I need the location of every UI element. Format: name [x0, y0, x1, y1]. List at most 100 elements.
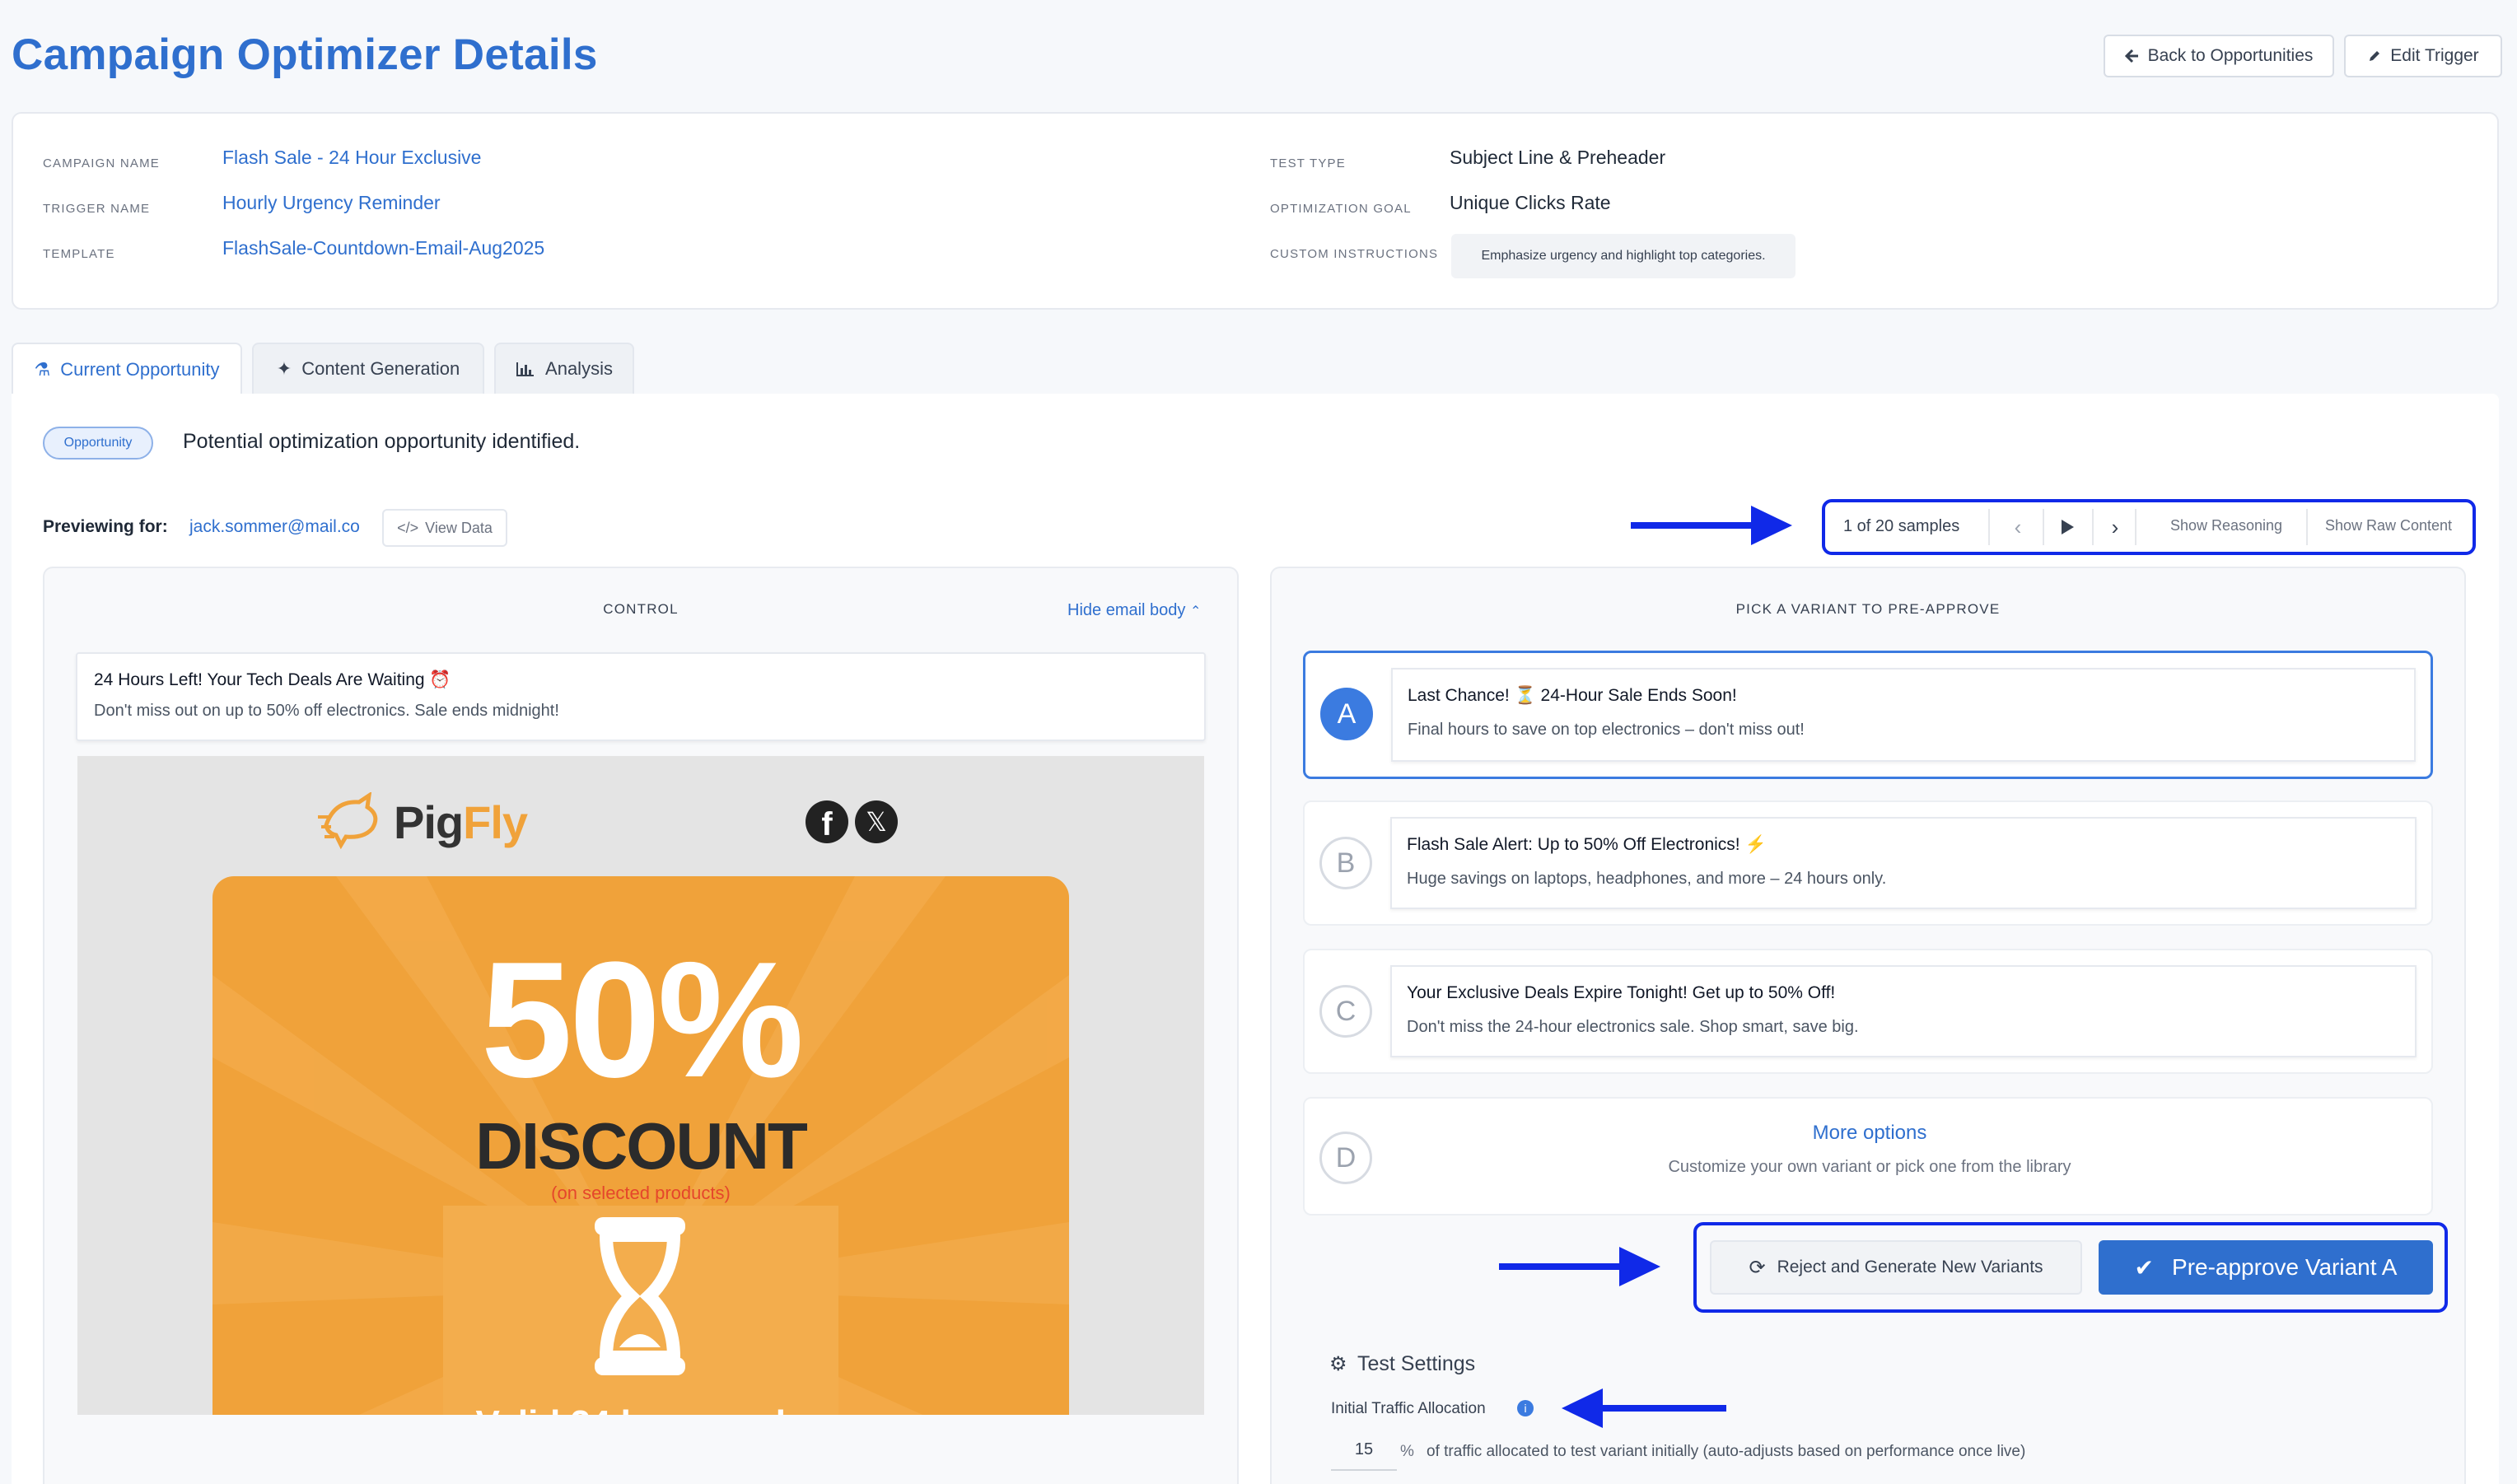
email-subheadline: DISCOUNT: [475, 1109, 808, 1183]
trigger-name-label: TRIGGER NAME: [43, 202, 151, 216]
brand-part-2: Fly: [463, 796, 528, 848]
next-sample-button[interactable]: ›: [2097, 511, 2133, 544]
control-caption: CONTROL: [603, 601, 679, 617]
test-type-value: Subject Line & Preheader: [1450, 147, 1666, 168]
page-title: Campaign Optimizer Details: [12, 30, 598, 79]
control-preheader: Don't miss out on up to 50% off electron…: [94, 702, 559, 720]
email-body-preview: PigFly f 𝕏 50% DISCOUNT (on selected pro…: [77, 756, 1204, 1415]
email-hero-banner: 50% DISCOUNT (on selected products) Vali…: [212, 876, 1069, 1415]
preview-recipient-email[interactable]: jack.sommer@mail.co: [189, 517, 360, 537]
tab-content-generation[interactable]: ✦ Content Generation: [252, 343, 484, 394]
variant-subject: Your Exclusive Deals Expire Tonight! Get…: [1407, 983, 1836, 1002]
variant-content: Last Chance! ⏳ 24-Hour Sale Ends Soon! F…: [1391, 668, 2416, 762]
email-headline: 50%: [480, 928, 804, 1112]
show-reasoning-button[interactable]: Show Reasoning: [2141, 517, 2311, 534]
variant-card-b[interactable]: B Flash Sale Alert: Up to 50% Off Electr…: [1303, 800, 2433, 926]
reject-button-label: Reject and Generate New Variants: [1777, 1258, 2043, 1276]
control-subject: 24 Hours Left! Your Tech Deals Are Waiti…: [94, 670, 451, 689]
variant-content: Flash Sale Alert: Up to 50% Off Electron…: [1390, 817, 2417, 909]
back-to-opportunities-button[interactable]: Back to Opportunities: [2104, 35, 2334, 77]
opportunity-message: Potential optimization opportunity ident…: [183, 430, 581, 453]
tab-current-opportunity[interactable]: ⚗ Current Opportunity: [12, 343, 242, 395]
variant-preheader: Don't miss the 24-hour electronics sale.…: [1407, 1018, 1859, 1036]
control-subject-card: 24 Hours Left! Your Tech Deals Are Waiti…: [76, 652, 1206, 741]
variant-content: Your Exclusive Deals Expire Tonight! Get…: [1390, 965, 2417, 1057]
template-link[interactable]: FlashSale-Countdown-Email-Aug2025: [222, 237, 544, 259]
x-twitter-icon[interactable]: 𝕏: [855, 800, 898, 843]
chevron-up-icon: ⌃: [1189, 604, 1202, 618]
tab-analysis[interactable]: Analysis: [494, 343, 634, 394]
more-options-title: More options: [1812, 1122, 1927, 1144]
divider: [2043, 509, 2044, 545]
percent-unit: %: [1400, 1443, 1414, 1460]
trigger-name-link[interactable]: Hourly Urgency Reminder: [222, 192, 441, 214]
campaign-name-link[interactable]: Flash Sale - 24 Hour Exclusive: [222, 147, 481, 169]
optimization-goal-value: Unique Clicks Rate: [1450, 192, 1611, 213]
view-data-label: View Data: [425, 519, 493, 536]
sample-counter: 1 of 20 samples: [1843, 517, 1960, 535]
variant-subject: Flash Sale Alert: Up to 50% Off Electron…: [1407, 835, 1767, 854]
variant-preheader: Huge savings on laptops, headphones, and…: [1407, 870, 1887, 888]
previous-sample-button[interactable]: ‹: [2000, 511, 2036, 544]
view-data-button[interactable]: </> View Data: [382, 509, 507, 547]
hide-body-label: Hide email body: [1067, 601, 1186, 619]
chevron-left-icon: ‹: [2014, 514, 2022, 539]
hide-email-body-button[interactable]: Hide email body ⌃: [1067, 601, 1201, 620]
optimization-goal-label: OPTIMIZATION GOAL: [1270, 202, 1412, 216]
annotation-arrow-samples: [1631, 506, 1792, 545]
refresh-icon: ⟳: [1749, 1256, 1766, 1279]
test-type-label: TEST TYPE: [1270, 156, 1346, 170]
pigfly-logo-icon: [318, 791, 385, 850]
sparkle-icon: ✦: [276, 358, 292, 379]
variant-preheader: Final hours to save on top electronics –…: [1408, 721, 1805, 739]
chevron-right-icon: ›: [2111, 514, 2119, 539]
edit-button-label: Edit Trigger: [2390, 46, 2479, 65]
annotation-arrow-allocation: [1562, 1388, 1726, 1428]
tab-label: Current Opportunity: [60, 359, 220, 380]
approve-button-label: Pre-approve Variant A: [2172, 1254, 2398, 1280]
divider: [1988, 509, 1990, 545]
tab-label: Content Generation: [301, 358, 460, 379]
tab-label: Analysis: [545, 358, 613, 379]
variant-card-more-options[interactable]: D More options Customize your own varian…: [1303, 1097, 2433, 1216]
traffic-allocation-label: Initial Traffic Allocation: [1331, 1400, 1486, 1417]
variant-letter-badge: A: [1320, 688, 1373, 740]
back-button-label: Back to Opportunities: [2147, 46, 2314, 65]
variant-letter-badge: C: [1319, 985, 1372, 1038]
variant-subject: Last Chance! ⏳ 24-Hour Sale Ends Soon!: [1408, 686, 1737, 705]
custom-instructions-value: Emphasize urgency and highlight top cate…: [1451, 234, 1796, 278]
email-note: (on selected products): [551, 1183, 731, 1203]
template-label: TEMPLATE: [43, 247, 115, 261]
variant-letter-badge: B: [1319, 837, 1372, 889]
code-icon: </>: [397, 519, 419, 536]
custom-instructions-label: CUSTOM INSTRUCTIONS: [1270, 247, 1439, 261]
previewing-for-label: Previewing for:: [43, 517, 168, 536]
variant-card-a[interactable]: A Last Chance! ⏳ 24-Hour Sale Ends Soon!…: [1303, 651, 2433, 779]
pencil-icon: [2370, 51, 2380, 61]
test-settings-title: Test Settings: [1357, 1352, 1476, 1375]
arrow-left-icon: [2124, 49, 2138, 63]
flask-icon: ⚗: [34, 359, 51, 380]
annotation-arrow-actions: [1499, 1247, 1660, 1286]
edit-trigger-button[interactable]: Edit Trigger: [2344, 35, 2502, 77]
traffic-allocation-input[interactable]: 15: [1331, 1430, 1397, 1471]
bar-chart-icon: [516, 362, 535, 376]
play-samples-button[interactable]: [2046, 511, 2089, 544]
info-icon[interactable]: i: [1517, 1400, 1534, 1416]
variant-caption: PICK A VARIANT TO PRE-APPROVE: [1735, 601, 2001, 617]
divider: [2306, 509, 2308, 545]
email-brand-name: PigFly: [394, 796, 528, 849]
show-raw-content-button[interactable]: Show Raw Content: [2311, 517, 2466, 534]
facebook-icon[interactable]: f: [806, 800, 848, 843]
opportunity-badge: Opportunity: [43, 427, 153, 460]
play-icon: [2062, 520, 2074, 534]
pre-approve-button[interactable]: ✔ Pre-approve Variant A: [2099, 1240, 2433, 1295]
reject-generate-button[interactable]: ⟳ Reject and Generate New Variants: [1710, 1240, 2082, 1295]
email-cut-text: Valid 24 hours only: [212, 1403, 1069, 1415]
traffic-allocation-description: of traffic allocated to test variant ini…: [1427, 1443, 2026, 1460]
brand-part-1: Pig: [394, 796, 464, 848]
variant-card-c[interactable]: C Your Exclusive Deals Expire Tonight! G…: [1303, 949, 2433, 1074]
divider: [2092, 509, 2094, 545]
hourglass-icon: [595, 1217, 685, 1375]
checkmark-icon: ✔: [2134, 1254, 2155, 1281]
